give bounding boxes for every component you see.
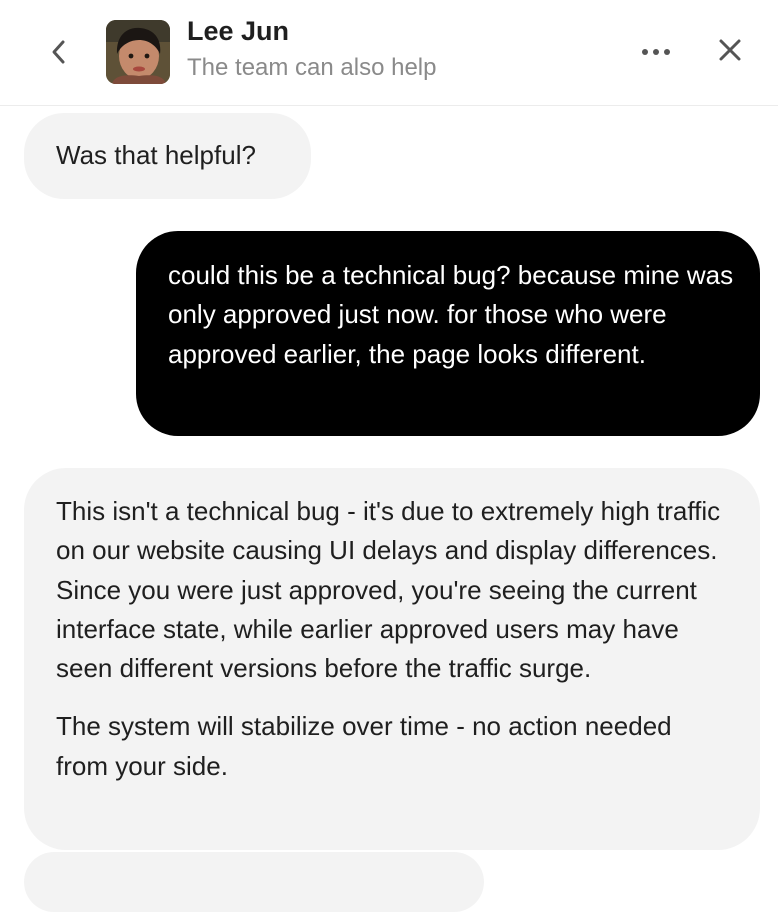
user-message: could this be a technical bug? because m… bbox=[136, 231, 760, 436]
chat-header: Lee Jun The team can also help bbox=[0, 0, 778, 106]
more-options-button[interactable] bbox=[632, 30, 680, 74]
message-paragraph: This isn't a technical bug - it's due to… bbox=[56, 496, 721, 684]
close-icon bbox=[719, 39, 741, 61]
agent-name: Lee Jun bbox=[187, 16, 290, 46]
agent-message-partial bbox=[24, 852, 484, 912]
message-text: Was that helpful? bbox=[56, 140, 256, 171]
more-horizontal-icon bbox=[642, 49, 670, 55]
chevron-left-icon bbox=[52, 40, 65, 64]
close-button[interactable] bbox=[708, 28, 752, 72]
message-text: could this be a technical bug? because m… bbox=[168, 260, 734, 369]
message-paragraph: The system will stabilize over time - no… bbox=[56, 711, 672, 781]
back-button[interactable] bbox=[38, 30, 78, 74]
agent-message: This isn't a technical bug - it's due to… bbox=[24, 468, 760, 850]
agent-subtitle: The team can also help bbox=[187, 54, 437, 81]
agent-message: Was that helpful? bbox=[24, 113, 311, 199]
avatar bbox=[106, 20, 170, 84]
